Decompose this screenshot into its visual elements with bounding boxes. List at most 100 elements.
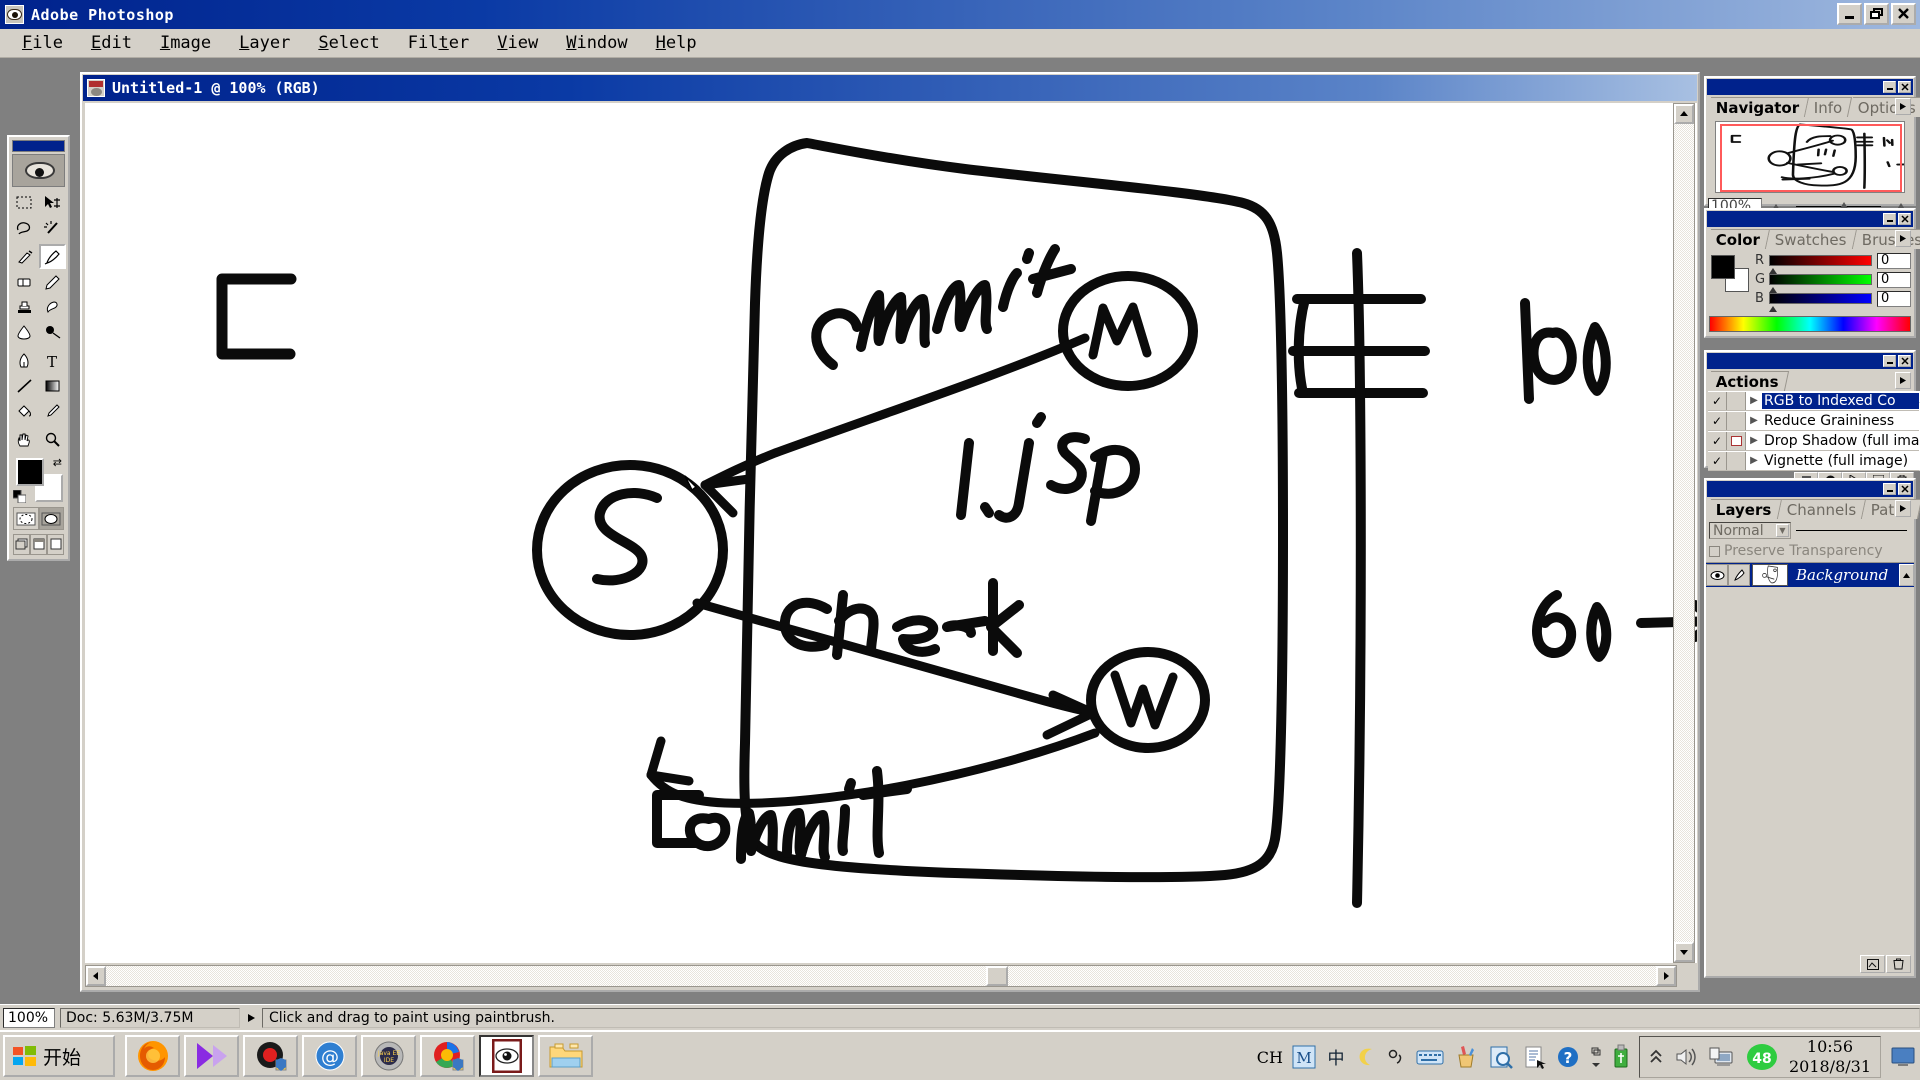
layers-palette-menu-icon[interactable] [1895, 500, 1911, 517]
folder-icon[interactable] [538, 1035, 593, 1077]
comma-icon[interactable] [1387, 1045, 1407, 1069]
chrome-icon[interactable] [420, 1035, 475, 1077]
navigator-close-button[interactable] [1898, 81, 1911, 93]
menu-layer[interactable]: Layer [225, 30, 304, 56]
java-ee-ide-icon[interactable]: Java EE IDE [361, 1035, 416, 1077]
eraser-tool[interactable] [11, 269, 39, 294]
mcafee-icon[interactable]: M [1292, 1045, 1316, 1069]
layers-close-button[interactable] [1898, 483, 1911, 495]
menu-view[interactable]: View [483, 30, 552, 56]
full-screen-with-menubar-button[interactable] [30, 534, 47, 555]
standard-screen-mode-button[interactable] [13, 534, 30, 555]
zoom-tool[interactable] [38, 427, 66, 452]
vscroll-track[interactable] [1674, 124, 1694, 942]
dodge-tool[interactable] [38, 319, 66, 344]
tab-info[interactable]: Info [1805, 97, 1853, 117]
channel-ramp-g[interactable] [1769, 274, 1872, 293]
show-desktop-icon[interactable] [1890, 1045, 1916, 1069]
preserve-transparency-checkbox[interactable] [1709, 545, 1720, 557]
chevron-up-icon[interactable] [1649, 1047, 1663, 1067]
navigator-thumbnail[interactable] [1715, 121, 1905, 193]
standard-mode-button[interactable] [13, 507, 39, 530]
scroll-up-button[interactable] [1674, 104, 1694, 124]
volume-icon[interactable] [1674, 1046, 1698, 1068]
menu-select[interactable]: Select [304, 30, 393, 56]
action-expand-icon[interactable]: ▶ [1746, 395, 1762, 406]
paint-bucket-tool[interactable] [11, 398, 39, 423]
channel-value-r[interactable]: 0 [1877, 252, 1911, 269]
layers-scroll-up[interactable] [1899, 564, 1914, 586]
hscroll-track[interactable] [106, 966, 1656, 986]
hand-tool[interactable] [11, 427, 39, 452]
actions-palette-title-bar[interactable] [1707, 353, 1913, 369]
swap-colors-icon[interactable]: ⇄ [53, 456, 62, 469]
gradient-tool[interactable] [38, 373, 66, 398]
history-brush-tool[interactable] [38, 294, 66, 319]
marquee-tool[interactable] [11, 190, 39, 215]
moon-icon[interactable] [1356, 1045, 1378, 1069]
color-minimize-button[interactable] [1883, 213, 1896, 225]
tab-paths[interactable]: Paths [1861, 499, 1920, 519]
document-title-bar[interactable]: Untitled-1 @ 100% (RGB) [83, 75, 1697, 101]
airbrush-tool[interactable] [11, 244, 39, 269]
document-icon[interactable] [1523, 1045, 1547, 1069]
menu-image[interactable]: Image [146, 30, 225, 56]
color-palette-menu-icon[interactable] [1895, 230, 1911, 247]
firefox-icon[interactable] [125, 1035, 180, 1077]
pencil-tool[interactable] [38, 269, 66, 294]
tab-navigator[interactable]: Navigator [1706, 97, 1810, 117]
channel-ramp-b[interactable] [1769, 293, 1872, 312]
scroll-right-button[interactable] [1656, 966, 1676, 986]
taskbar-clock[interactable]: 10:56 2018/8/31 [1789, 1037, 1871, 1077]
channel-value-g[interactable]: 0 [1877, 271, 1911, 288]
action-toggle-icon[interactable]: ✓ [1708, 391, 1727, 410]
action-toggle-icon[interactable]: ✓ [1708, 451, 1727, 470]
color-spectrum-bar[interactable] [1709, 316, 1911, 332]
preserve-transparency-row[interactable]: Preserve Transparency [1706, 539, 1914, 563]
color-foreground-swatch[interactable] [1711, 255, 1735, 279]
network-icon[interactable] [1709, 1046, 1735, 1068]
tab-channels[interactable]: Channels [1777, 499, 1867, 519]
menu-file[interactable]: File [8, 30, 77, 56]
eyedropper-tool[interactable] [38, 398, 66, 423]
navigator-minimize-button[interactable] [1883, 81, 1896, 93]
delete-layer-button[interactable] [1886, 955, 1911, 973]
action-toggle-icon[interactable]: ✓ [1708, 431, 1727, 450]
action-dialog-toggle[interactable] [1727, 431, 1746, 450]
eye-icon[interactable] [1706, 564, 1728, 586]
lasso-tool[interactable] [11, 215, 39, 240]
status-zoom-field[interactable]: 100% [3, 1007, 55, 1028]
actions-close-button[interactable] [1898, 355, 1911, 367]
action-dialog-toggle[interactable] [1727, 391, 1746, 410]
actions-minimize-button[interactable] [1883, 355, 1896, 367]
action-row-reduce-graininess[interactable]: ✓ ▶ Reduce Graininess [1708, 411, 1920, 431]
media-player-icon[interactable] [184, 1035, 239, 1077]
navigator-view-box[interactable] [1720, 124, 1902, 192]
layers-palette-title-bar[interactable] [1707, 481, 1913, 497]
type-tool[interactable]: T [38, 348, 66, 373]
channel-slider-b[interactable] [1769, 306, 1777, 312]
layer-name[interactable]: Background [1788, 566, 1899, 584]
action-row-vignette[interactable]: ✓ ▶ Vignette (full image) [1708, 451, 1920, 471]
blur-tool[interactable] [11, 319, 39, 344]
blend-mode-select[interactable]: Normal ▼ [1709, 522, 1791, 539]
keyboard-icon[interactable] [1416, 1046, 1444, 1068]
image-canvas[interactable] [85, 103, 1697, 963]
magic-wand-tool[interactable] [38, 215, 66, 240]
photoshop-icon[interactable] [479, 1035, 534, 1077]
action-dialog-toggle[interactable] [1727, 451, 1746, 470]
layers-minimize-button[interactable] [1883, 483, 1896, 495]
navigator-palette-menu-icon[interactable] [1895, 98, 1911, 115]
color-close-button[interactable] [1898, 213, 1911, 225]
pen-tool[interactable] [11, 348, 39, 373]
opacity-slider[interactable] [1796, 530, 1907, 531]
restore-button[interactable] [1864, 3, 1889, 25]
toolbox-title-bar[interactable] [12, 140, 65, 152]
outlook-express-icon[interactable]: @ [302, 1035, 357, 1077]
actions-palette-menu-icon[interactable] [1895, 372, 1911, 389]
default-colors-icon[interactable] [12, 489, 27, 504]
minimize-button[interactable] [1837, 3, 1862, 25]
paintbrush-icon[interactable] [1728, 564, 1750, 586]
menu-filter[interactable]: Filter [394, 30, 483, 56]
status-doc-size[interactable]: Doc: 5.63M/3.75M [60, 1007, 240, 1028]
